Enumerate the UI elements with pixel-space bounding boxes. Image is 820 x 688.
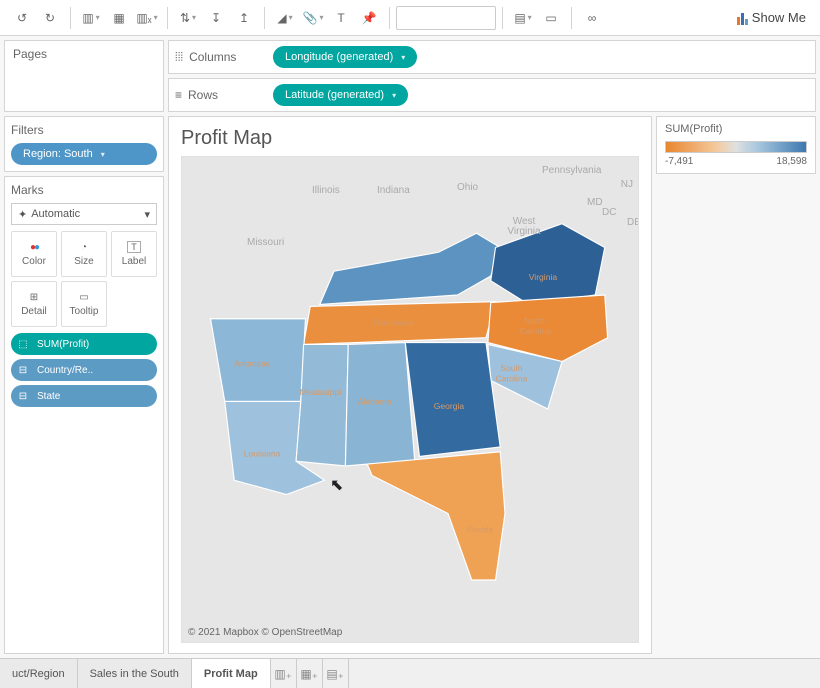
marks-detail-button[interactable]: ⊞Detail: [11, 281, 57, 327]
legend-title: SUM(Profit): [665, 123, 807, 135]
detail-icon: ⊟: [15, 388, 31, 404]
text-label-icon[interactable]: T: [327, 4, 355, 32]
new-story-tab-icon[interactable]: ▤₊: [323, 659, 349, 688]
fit-select[interactable]: [396, 6, 496, 30]
mark-pill-country[interactable]: ⊟Country/Re..: [11, 359, 157, 381]
marks-type-select[interactable]: ✦Automatic ▾: [11, 203, 157, 225]
label-icon: T: [127, 241, 141, 253]
tab-profit-map[interactable]: Profit Map: [192, 659, 271, 688]
highlight-icon[interactable]: ◢: [271, 4, 299, 32]
show-me-icon: [737, 11, 748, 25]
mark-pill-profit[interactable]: ⬚SUM(Profit): [11, 333, 157, 355]
size-icon: ◔: [81, 242, 87, 253]
new-dashboard-tab-icon[interactable]: ▦₊: [297, 659, 323, 688]
map-canvas[interactable]: Illinois Indiana Ohio Missouri West Virg…: [181, 156, 639, 643]
tab-sales-south[interactable]: Sales in the South: [78, 659, 192, 688]
legend-min: -7,491: [665, 156, 693, 167]
legend-gradient: [665, 141, 807, 153]
clear-icon[interactable]: ▥ₓ: [133, 4, 161, 32]
rows-shelf[interactable]: ≡ Rows Latitude (generated): [168, 78, 816, 112]
share-icon[interactable]: ∞: [578, 4, 606, 32]
new-worksheet-icon[interactable]: ▥: [77, 4, 105, 32]
toolbar: ↺ ↻ ▥ ▦ ▥ₓ ⇅ ↧ ↥ ◢ 📎 T 📌 ▤ ▭ ∞ Show Me: [0, 0, 820, 36]
chevron-down-icon: ▾: [144, 208, 150, 221]
columns-shelf[interactable]: ⦙⦙⦙ Columns Longitude (generated): [168, 40, 816, 74]
state-arkansas[interactable]: [211, 319, 306, 402]
marks-size-button[interactable]: ◔Size: [61, 231, 107, 277]
new-dashboard-icon[interactable]: ▦: [105, 4, 133, 32]
marks-color-button[interactable]: ●●Color: [11, 231, 57, 277]
presentation-icon[interactable]: ▭: [537, 4, 565, 32]
viz-title[interactable]: Profit Map: [181, 127, 639, 150]
show-me-label: Show Me: [752, 10, 806, 25]
state-tennessee[interactable]: [304, 302, 496, 345]
map-attribution: © 2021 Mapbox © OpenStreetMap: [188, 627, 342, 638]
state-virginia[interactable]: [491, 224, 605, 305]
state-florida[interactable]: [367, 452, 505, 580]
rows-pill-latitude[interactable]: Latitude (generated): [273, 84, 408, 106]
filter-pill-region[interactable]: Region: South: [11, 143, 157, 165]
swap-icon[interactable]: ⇅: [174, 4, 202, 32]
show-cards-icon[interactable]: ▤: [509, 4, 537, 32]
workspace: Pages ⦙⦙⦙ Columns Longitude (generated) ≡…: [0, 36, 820, 658]
new-worksheet-tab-icon[interactable]: ▥₊: [271, 659, 297, 688]
redo-icon[interactable]: ↻: [36, 4, 64, 32]
filters-title: Filters: [11, 123, 157, 143]
tooltip-icon: ▭: [79, 292, 88, 303]
columns-pill-longitude[interactable]: Longitude (generated): [273, 46, 417, 68]
color-icon: ●●: [30, 242, 38, 253]
rows-label: Rows: [188, 88, 218, 102]
filters-shelf[interactable]: Filters Region: South: [4, 116, 164, 172]
state-mississippi[interactable]: [296, 344, 348, 466]
tab-product-region[interactable]: uct/Region: [0, 659, 78, 688]
columns-icon: ⦙⦙⦙: [175, 50, 183, 65]
automatic-icon: ✦: [18, 208, 27, 221]
rows-icon: ≡: [175, 88, 182, 102]
state-georgia[interactable]: [405, 343, 500, 457]
sort-desc-icon[interactable]: ↥: [230, 4, 258, 32]
viz-pane: Profit Map Illinois Indiana Ohio Missour…: [168, 116, 652, 654]
show-me-button[interactable]: Show Me: [731, 10, 812, 25]
pin-icon[interactable]: 📌: [355, 4, 383, 32]
marks-tooltip-button[interactable]: ▭Tooltip: [61, 281, 107, 327]
legend-max: 18,598: [776, 156, 807, 167]
detail-icon: ⊞: [30, 292, 38, 303]
state-alabama[interactable]: [345, 343, 414, 467]
pages-title: Pages: [5, 41, 163, 67]
state-kentucky[interactable]: [320, 233, 501, 304]
columns-label: Columns: [189, 50, 236, 64]
detail-icon: ⊟: [15, 362, 31, 378]
pages-shelf[interactable]: Pages: [4, 40, 164, 112]
marks-title: Marks: [11, 183, 157, 199]
color-icon: ⬚: [15, 336, 31, 352]
sort-asc-icon[interactable]: ↧: [202, 4, 230, 32]
sheet-tabs: uct/Region Sales in the South Profit Map…: [0, 658, 820, 688]
color-legend[interactable]: SUM(Profit) -7,491 18,598: [656, 116, 816, 174]
attachment-icon[interactable]: 📎: [299, 4, 327, 32]
marks-label-button[interactable]: TLabel: [111, 231, 157, 277]
marks-card: Marks ✦Automatic ▾ ●●Color ◔Size TLabel …: [4, 176, 164, 654]
undo-icon[interactable]: ↺: [8, 4, 36, 32]
mark-pill-state[interactable]: ⊟State: [11, 385, 157, 407]
